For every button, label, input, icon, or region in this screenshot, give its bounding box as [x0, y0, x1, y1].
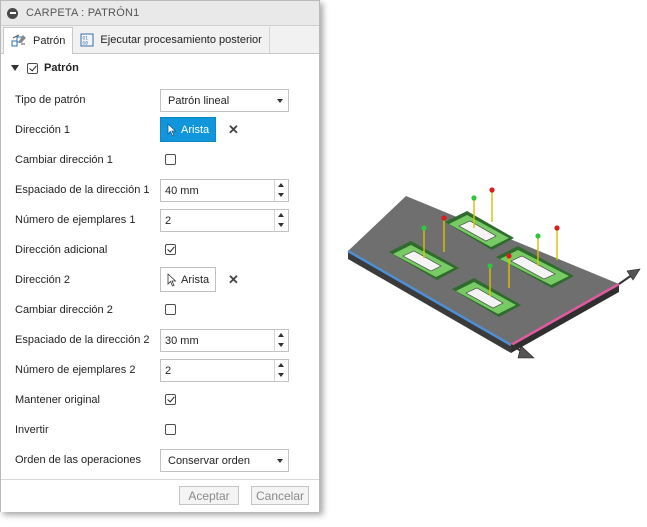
collapse-icon[interactable]	[7, 7, 18, 19]
spacing1-stepper[interactable]	[274, 180, 288, 201]
svg-text:G0: G0	[83, 41, 89, 47]
plate-top-face	[348, 196, 619, 345]
section-pattern[interactable]: Patrón	[1, 54, 319, 82]
flip-direction1-checkbox[interactable]	[165, 154, 176, 165]
count1-value: 2	[165, 214, 172, 227]
direction1-label: Dirección 1	[15, 124, 71, 136]
flip-direction2-checkbox[interactable]	[165, 304, 176, 315]
spacing1-label: Espaciado de la dirección 1	[15, 184, 150, 196]
ok-button[interactable]: Aceptar	[179, 486, 239, 505]
cursor-arrow-icon	[167, 272, 177, 287]
count2-input[interactable]: 2	[160, 359, 289, 382]
direction2-arrow-icon[interactable]	[510, 344, 535, 359]
clear-direction1-icon[interactable]: ✕	[228, 123, 239, 136]
tab-postprocess-label: Ejecutar procesamiento posterior	[100, 34, 262, 46]
direction2-value: Arista	[181, 273, 210, 286]
row-pattern-type: Tipo de patrón Patrón lineal	[1, 85, 319, 115]
operation-order-label: Orden de las operaciones	[15, 454, 141, 466]
operation-order-select[interactable]: Conservar orden	[160, 449, 289, 472]
tab-bar: Patrón G1 G0 Ejecutar procesamiento poste…	[1, 26, 319, 54]
section-pattern-label: Patrón	[44, 62, 79, 74]
row-keep-original: Mantener original	[1, 385, 319, 415]
direction2-selector[interactable]: Arista	[160, 267, 217, 292]
count1-stepper[interactable]	[274, 210, 288, 231]
spacing2-label: Espaciado de la dirección 2	[15, 334, 150, 346]
expand-triangle-icon[interactable]	[11, 65, 19, 71]
pattern-type-select[interactable]: Patrón lineal	[160, 89, 289, 112]
cursor-arrow-icon	[167, 122, 177, 137]
chevron-down-icon	[277, 99, 283, 103]
count1-label: Número de ejemplares 1	[15, 214, 136, 226]
row-direction2: Dirección 2 Arista ✕	[1, 265, 319, 295]
row-spacing1: Espaciado de la dirección 1 40 mm	[1, 175, 319, 205]
plate-model	[347, 187, 641, 359]
count1-input[interactable]: 2	[160, 209, 289, 232]
dialog-footer: Aceptar Cancelar	[1, 479, 319, 512]
model-viewport[interactable]	[320, 0, 647, 524]
row-flip-direction1: Cambiar dirección 1	[1, 145, 319, 175]
tab-pattern[interactable]: Patrón	[3, 27, 74, 54]
row-invert: Invertir	[1, 415, 319, 445]
dialog-title: CARPETA : PATRÓN1	[26, 7, 140, 19]
spacing2-input[interactable]: 30 mm	[160, 329, 289, 352]
flip-direction2-label: Cambiar dirección 2	[15, 304, 113, 316]
flip-direction1-label: Cambiar dirección 1	[15, 154, 113, 166]
section-pattern-checkbox[interactable]	[27, 62, 38, 74]
spacing1-input[interactable]: 40 mm	[160, 179, 289, 202]
row-spacing2: Espaciado de la dirección 2 30 mm	[1, 325, 319, 355]
spacing2-stepper[interactable]	[274, 330, 288, 351]
pattern-type-label: Tipo de patrón	[15, 94, 86, 106]
spacing1-value: 40 mm	[165, 184, 199, 197]
invert-label: Invertir	[15, 424, 49, 436]
dialog-titlebar[interactable]: CARPETA : PATRÓN1	[1, 1, 319, 26]
additional-direction-checkbox[interactable]	[165, 244, 176, 255]
direction1-value: Arista	[181, 123, 210, 136]
clear-direction2-icon[interactable]: ✕	[228, 273, 239, 286]
chevron-down-icon	[277, 459, 283, 463]
row-flip-direction2: Cambiar dirección 2	[1, 295, 319, 325]
row-count1: Número de ejemplares 1 2	[1, 205, 319, 235]
additional-direction-label: Dirección adicional	[15, 244, 108, 256]
pattern-dialog: CARPETA : PATRÓN1 Patrón G1 G0 Ejecutar p…	[0, 0, 320, 512]
tab-pattern-label: Patrón	[33, 35, 66, 47]
row-direction1: Dirección 1 Arista ✕	[1, 115, 319, 145]
tab-postprocess[interactable]: G1 G0 Ejecutar procesamiento posterior	[73, 27, 270, 53]
row-additional-direction: Dirección adicional	[1, 235, 319, 265]
postprocess-icon: G1 G0	[80, 33, 94, 47]
pattern-type-value: Patrón lineal	[168, 94, 230, 107]
direction1-selector[interactable]: Arista	[160, 117, 217, 142]
direction1-arrow-icon[interactable]	[618, 268, 641, 285]
pattern-icon	[11, 34, 27, 48]
count2-label: Número de ejemplares 2	[15, 364, 136, 376]
row-operation-order: Orden de las operaciones Conservar orden	[1, 445, 319, 475]
count2-stepper[interactable]	[274, 360, 288, 381]
operation-order-value: Conservar orden	[168, 454, 250, 467]
count2-value: 2	[165, 364, 172, 377]
keep-original-checkbox[interactable]	[165, 394, 176, 405]
invert-checkbox[interactable]	[165, 424, 176, 435]
direction2-label: Dirección 2	[15, 274, 71, 286]
keep-original-label: Mantener original	[15, 394, 100, 406]
cancel-button[interactable]: Cancelar	[251, 486, 309, 505]
spacing2-value: 30 mm	[165, 334, 199, 347]
row-count2: Número de ejemplares 2 2	[1, 355, 319, 385]
